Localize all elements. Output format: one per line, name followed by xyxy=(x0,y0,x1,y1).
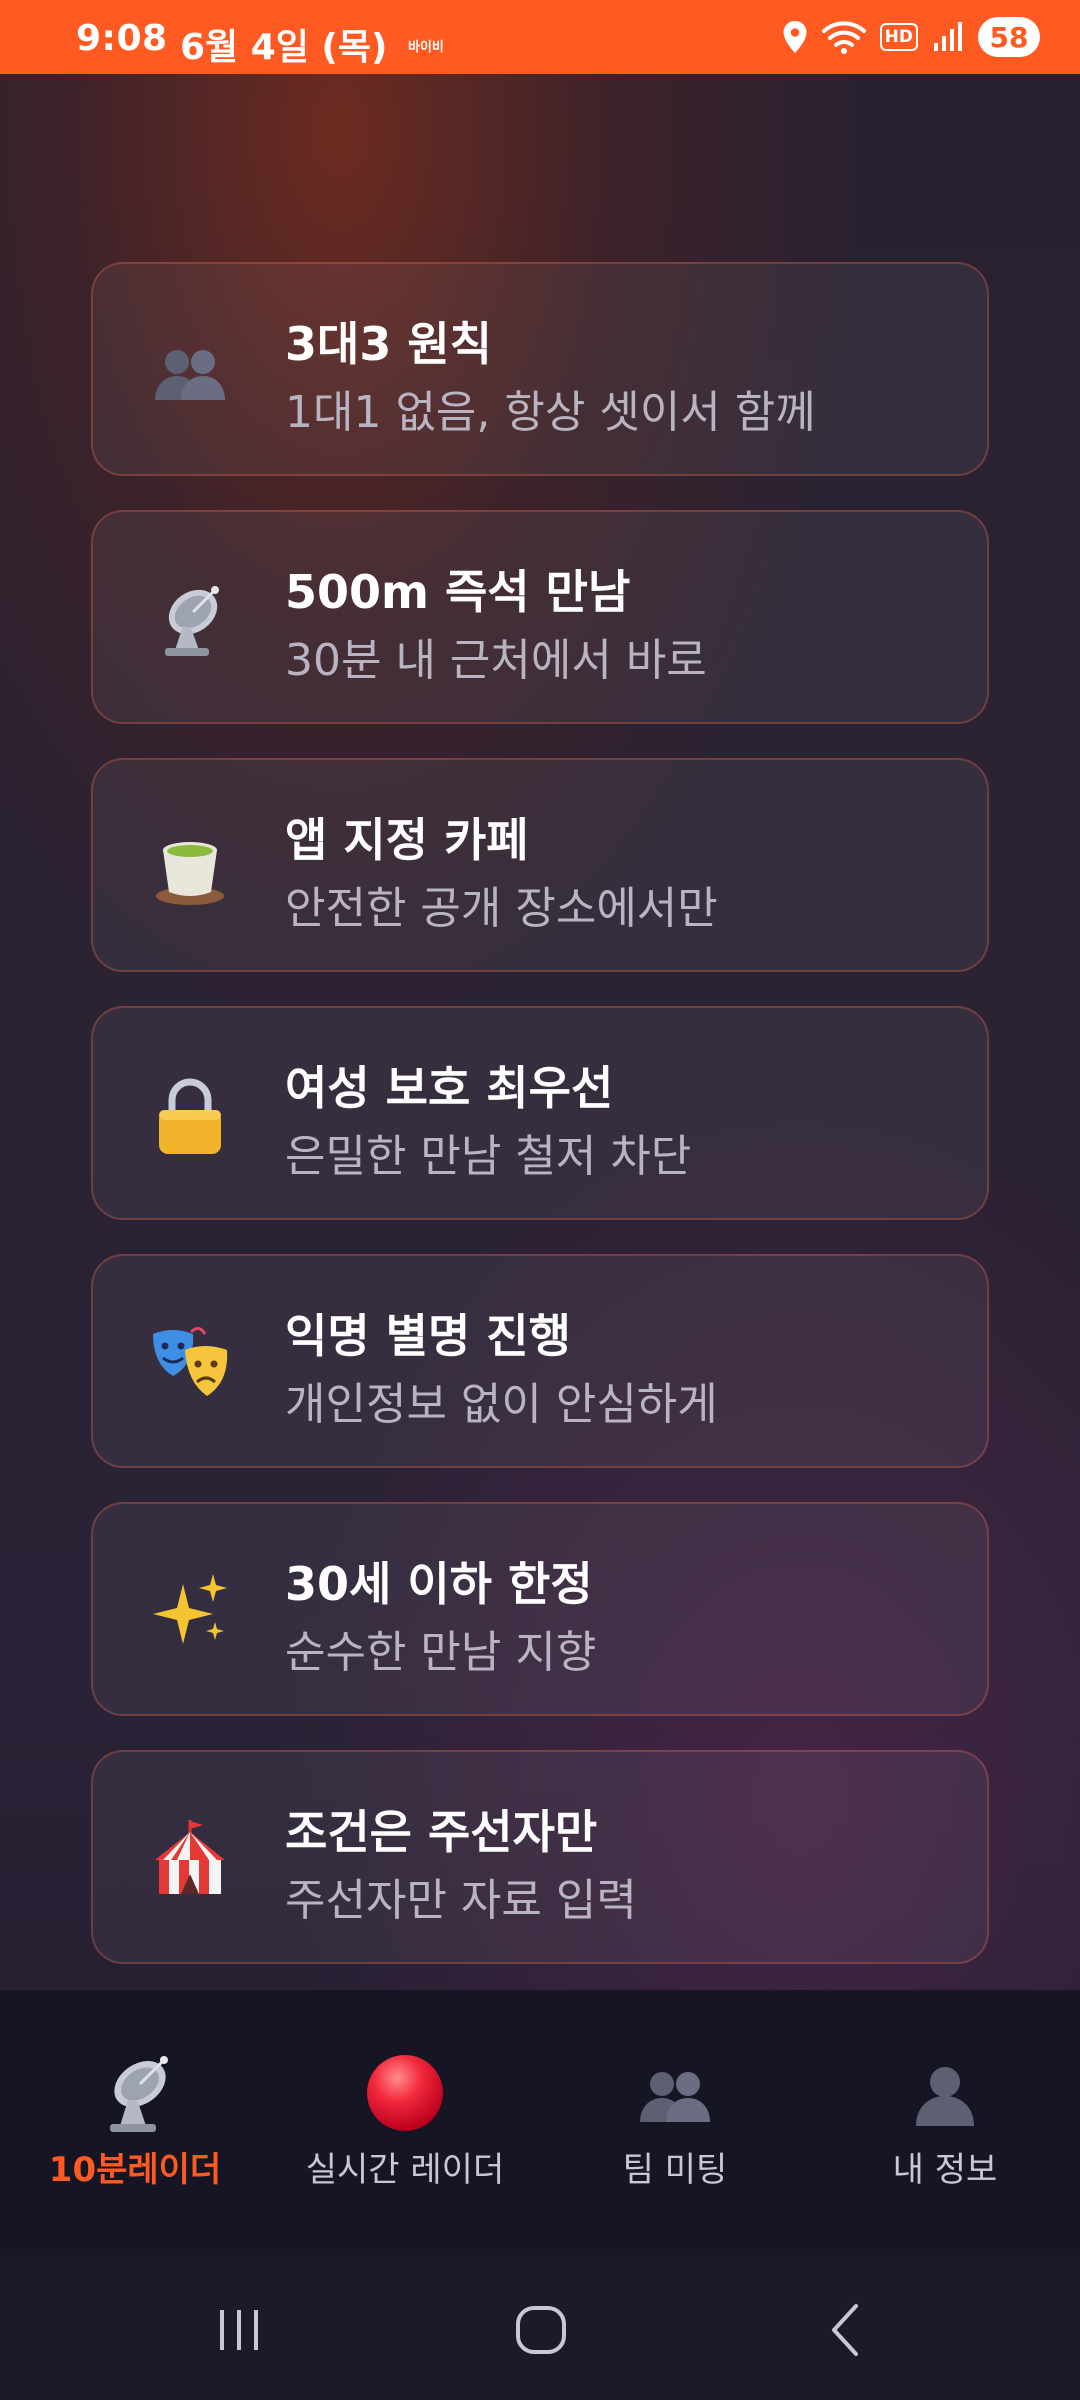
card-title: 500m 즉석 만남 xyxy=(285,565,631,619)
feature-card-cafe[interactable]: 앱 지정 카페 안전한 공개 장소에서만 xyxy=(91,758,989,972)
system-nav-bar xyxy=(0,2255,1080,2400)
person-icon xyxy=(916,2067,974,2126)
card-subtitle: 1대1 없음, 항상 셋이서 함께 xyxy=(285,387,816,438)
location-icon xyxy=(783,21,807,53)
nav-label: 내 정보 xyxy=(892,2150,998,2190)
card-subtitle: 은밀한 만남 철저 차단 xyxy=(285,1131,692,1182)
card-subtitle: 순수한 만남 지향 xyxy=(285,1627,597,1678)
feature-card-500m[interactable]: 500m 즉석 만남 30분 내 근처에서 바로 xyxy=(91,510,989,724)
status-carrier-tag: 바이비 xyxy=(408,40,444,55)
card-title: 익명 별명 진행 xyxy=(285,1309,571,1363)
theater-masks-icon xyxy=(153,1327,228,1396)
status-icons: HD 58 xyxy=(782,12,1040,62)
nav-label: 팀 미팅 xyxy=(622,2150,728,2190)
satellite-dish-icon xyxy=(165,586,219,656)
nav-label: 10분레이더 xyxy=(48,2150,222,2190)
nav-item-team-meeting[interactable]: 팀 미팅 xyxy=(540,1990,810,2255)
card-subtitle: 안전한 공개 장소에서만 xyxy=(285,883,718,934)
feature-card-age-limit[interactable]: 30세 이하 한정 순수한 만남 지향 xyxy=(91,1502,989,1716)
nav-item-10min-radar[interactable]: 10분레이더 xyxy=(0,1990,270,2255)
card-subtitle: 개인정보 없이 안심하게 xyxy=(285,1379,718,1430)
feature-card-matchmaker[interactable]: 조건은 주선자만 주선자만 자료 입력 xyxy=(91,1750,989,1964)
recents-icon[interactable] xyxy=(194,2290,284,2370)
battery-indicator: 58 xyxy=(978,17,1040,57)
feature-card-3v3[interactable]: 3대3 원칙 1대1 없음, 항상 셋이서 함께 xyxy=(91,262,989,476)
bottom-nav: 10분레이더 실시간 레이더 팀 미팅 내 정보 xyxy=(0,1990,1080,2255)
signal-icon xyxy=(934,22,962,51)
card-subtitle: 주선자만 자료 입력 xyxy=(285,1875,637,1926)
nav-item-live-radar[interactable]: 실시간 레이더 xyxy=(270,1990,540,2255)
wifi-icon xyxy=(821,21,866,54)
card-subtitle: 30분 내 근처에서 바로 xyxy=(285,635,707,686)
status-date: 6월 4일 (목) xyxy=(180,27,388,68)
feature-card-anonymous[interactable]: 익명 별명 진행 개인정보 없이 안심하게 xyxy=(91,1254,989,1468)
red-circle-icon xyxy=(367,2055,443,2131)
satellite-dish-icon xyxy=(110,2056,168,2132)
card-title: 3대3 원칙 xyxy=(285,317,492,371)
tea-cup-icon xyxy=(156,842,224,905)
card-title: 여성 보호 최우선 xyxy=(285,1061,614,1115)
two-people-icon xyxy=(155,350,225,400)
two-people-icon xyxy=(640,2072,710,2122)
nav-label: 실시간 레이더 xyxy=(305,2150,505,2190)
circus-tent-icon xyxy=(155,1820,225,1894)
sparkles-icon xyxy=(153,1574,227,1644)
status-bar: 9:08 6월 4일 (목) 바이비 HD 58 xyxy=(0,0,1080,74)
hd-badge: HD xyxy=(879,23,918,51)
card-title: 앱 지정 카페 xyxy=(285,813,529,867)
card-title: 조건은 주선자만 xyxy=(285,1805,598,1859)
status-time: 9:08 xyxy=(76,18,168,59)
card-title: 30세 이하 한정 xyxy=(285,1557,593,1611)
nav-item-my-info[interactable]: 내 정보 xyxy=(810,1990,1080,2255)
home-icon[interactable] xyxy=(496,2290,586,2370)
lock-icon xyxy=(159,1078,221,1154)
back-icon[interactable] xyxy=(800,2290,890,2370)
feature-card-protection[interactable]: 여성 보호 최우선 은밀한 만남 철저 차단 xyxy=(91,1006,989,1220)
